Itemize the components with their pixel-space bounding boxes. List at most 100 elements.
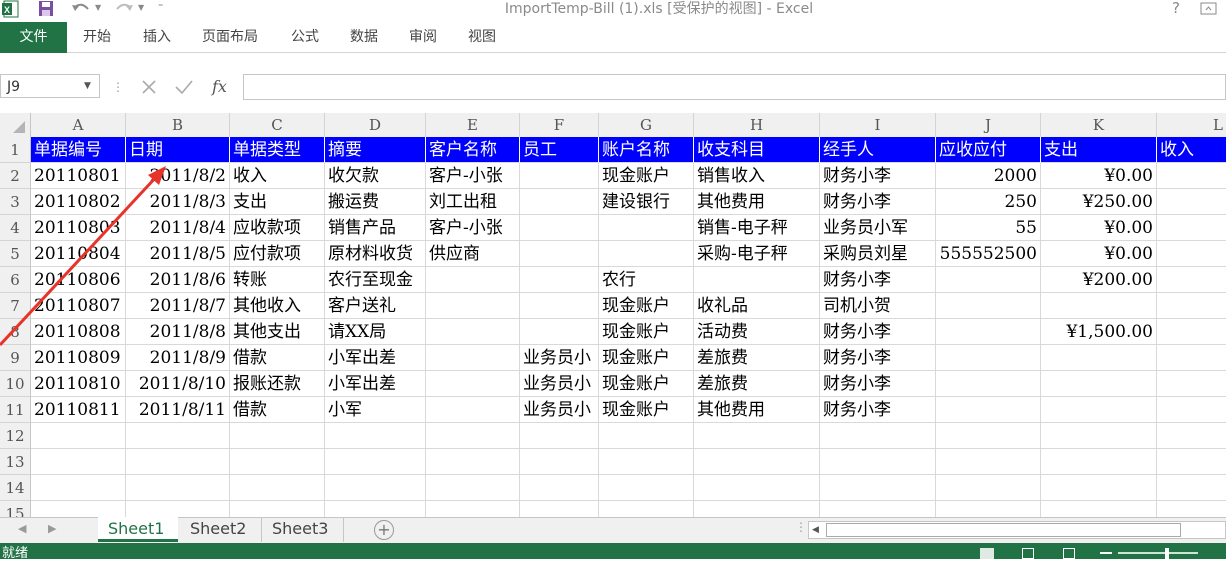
table-cell[interactable]: 其他支出 <box>230 319 325 345</box>
table-cell[interactable]: 原材料收货 <box>325 241 426 267</box>
sheet-tab-sheet1[interactable]: Sheet1 <box>98 517 178 542</box>
empty-cell[interactable] <box>1041 501 1157 517</box>
tab-data[interactable]: 数据 <box>350 22 378 52</box>
empty-cell[interactable] <box>230 423 325 449</box>
header-cell[interactable]: 收支科目 <box>694 137 820 163</box>
confirm-entry-icon[interactable] <box>172 76 196 98</box>
empty-cell[interactable] <box>520 423 599 449</box>
empty-cell[interactable] <box>126 423 230 449</box>
table-cell[interactable]: 2011/8/11 <box>126 397 230 423</box>
table-cell[interactable]: 现金账户 <box>599 319 694 345</box>
empty-cell[interactable] <box>599 423 694 449</box>
tab-home[interactable]: 开始 <box>83 22 111 52</box>
empty-cell[interactable] <box>1157 501 1226 517</box>
table-cell[interactable]: 销售-电子秤 <box>694 215 820 241</box>
table-cell[interactable]: ¥ <box>1157 215 1226 241</box>
table-cell[interactable] <box>599 241 694 267</box>
empty-cell[interactable] <box>694 423 820 449</box>
column-header-d[interactable]: D <box>325 113 426 137</box>
zoom-out-icon[interactable] <box>1100 552 1112 554</box>
empty-cell[interactable] <box>126 501 230 517</box>
table-cell[interactable] <box>1041 371 1157 397</box>
table-cell[interactable] <box>520 163 599 189</box>
table-cell[interactable]: 请XX局 <box>325 319 426 345</box>
empty-cell[interactable] <box>936 449 1041 475</box>
empty-cell[interactable] <box>1041 449 1157 475</box>
empty-cell[interactable] <box>820 501 936 517</box>
table-cell[interactable]: 农行至现金 <box>325 267 426 293</box>
add-sheet-button[interactable]: + <box>374 520 394 540</box>
column-header-f[interactable]: F <box>520 113 599 137</box>
header-cell[interactable]: 支出 <box>1041 137 1157 163</box>
zoom-slider[interactable] <box>1118 552 1198 554</box>
chevron-down-icon[interactable]: ▼ <box>84 74 91 98</box>
empty-cell[interactable] <box>936 423 1041 449</box>
header-cell[interactable]: 经手人 <box>820 137 936 163</box>
table-cell[interactable]: 现金账户 <box>599 397 694 423</box>
empty-cell[interactable] <box>426 423 520 449</box>
table-cell[interactable] <box>599 215 694 241</box>
table-cell[interactable]: 活动费 <box>694 319 820 345</box>
table-cell[interactable] <box>1157 397 1226 423</box>
header-cell[interactable]: 客户名称 <box>426 137 520 163</box>
column-header-g[interactable]: G <box>599 113 694 137</box>
table-cell[interactable]: 现金账户 <box>599 163 694 189</box>
tab-review[interactable]: 审阅 <box>409 22 437 52</box>
tab-page-layout[interactable]: 页面布局 <box>202 22 258 52</box>
cancel-entry-icon[interactable] <box>138 76 160 98</box>
table-cell[interactable] <box>426 319 520 345</box>
table-cell[interactable]: 现金账户 <box>599 371 694 397</box>
row-header-14[interactable]: 14 <box>0 475 31 501</box>
table-cell[interactable]: 2011/8/10 <box>126 371 230 397</box>
table-cell[interactable]: 应收款项 <box>230 215 325 241</box>
table-cell[interactable]: 收欠款 <box>325 163 426 189</box>
empty-cell[interactable] <box>325 475 426 501</box>
table-cell[interactable] <box>936 345 1041 371</box>
empty-cell[interactable] <box>31 449 126 475</box>
table-cell[interactable]: 借款 <box>230 345 325 371</box>
table-cell[interactable] <box>1041 345 1157 371</box>
table-cell[interactable]: ¥200.00 <box>1041 267 1157 293</box>
table-cell[interactable]: 财务小李 <box>820 397 936 423</box>
table-cell[interactable] <box>426 397 520 423</box>
table-cell[interactable]: 业务员小军 <box>820 215 936 241</box>
sheet-tab-sheet3[interactable]: Sheet3 <box>262 517 344 542</box>
table-cell[interactable]: ¥2,80 <box>1157 293 1226 319</box>
table-cell[interactable]: 建设银行 <box>599 189 694 215</box>
table-cell[interactable]: 差旅费 <box>694 371 820 397</box>
empty-cell[interactable] <box>230 475 325 501</box>
table-cell[interactable]: ¥0.00 <box>1041 215 1157 241</box>
table-cell[interactable] <box>936 397 1041 423</box>
header-cell[interactable]: 摘要 <box>325 137 426 163</box>
column-header-c[interactable]: C <box>230 113 325 137</box>
table-cell[interactable]: 差旅费 <box>694 345 820 371</box>
empty-cell[interactable] <box>599 501 694 517</box>
table-cell[interactable]: ¥ <box>1157 241 1226 267</box>
table-cell[interactable]: 采购员刘星 <box>820 241 936 267</box>
empty-cell[interactable] <box>694 501 820 517</box>
ribbon-display-options-icon[interactable] <box>1199 1 1219 17</box>
empty-cell[interactable] <box>426 449 520 475</box>
table-cell[interactable]: 现金账户 <box>599 345 694 371</box>
empty-cell[interactable] <box>1157 423 1226 449</box>
table-cell[interactable]: 应付款项 <box>230 241 325 267</box>
table-cell[interactable]: ¥2,00 <box>1157 163 1226 189</box>
table-cell[interactable]: 财务小李 <box>820 319 936 345</box>
column-header-j[interactable]: J <box>936 113 1041 137</box>
empty-cell[interactable] <box>230 449 325 475</box>
empty-cell[interactable] <box>126 449 230 475</box>
header-cell[interactable]: 员工 <box>520 137 599 163</box>
table-cell[interactable]: 财务小李 <box>820 189 936 215</box>
header-cell[interactable]: 单据类型 <box>230 137 325 163</box>
spreadsheet-grid[interactable]: ABCDEFGHIJKL 1 2 3 4 5 6 7 8 9 10 11 12 13 14 15 单据编号日… <box>0 113 1226 517</box>
table-cell[interactable] <box>1157 319 1226 345</box>
table-cell[interactable] <box>426 267 520 293</box>
table-cell[interactable]: 农行 <box>599 267 694 293</box>
table-cell[interactable]: 客户-小张 <box>426 215 520 241</box>
table-cell[interactable]: 20110810 <box>31 371 126 397</box>
table-cell[interactable] <box>520 215 599 241</box>
scrollbar-thumb[interactable] <box>826 523 1181 537</box>
empty-cell[interactable] <box>599 449 694 475</box>
table-cell[interactable]: 2000 <box>936 163 1041 189</box>
table-cell[interactable]: 财务小李 <box>820 345 936 371</box>
